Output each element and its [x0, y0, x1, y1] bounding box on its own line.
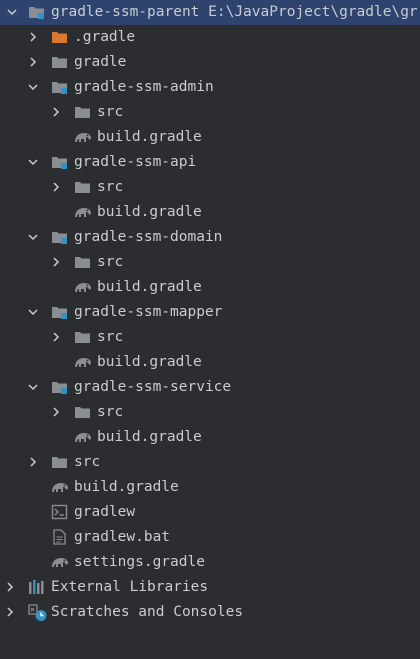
module-folder-icon — [51, 229, 69, 245]
tree-item-module-admin[interactable]: gradle-ssm-admin — [0, 75, 420, 100]
excluded-folder-icon — [51, 29, 69, 45]
chevron-right-icon[interactable] — [50, 250, 62, 275]
chevron-down-icon[interactable] — [27, 75, 39, 100]
folder-icon — [51, 454, 69, 470]
tree-item-label: build.gradle — [97, 204, 202, 220]
chevron-down-icon[interactable] — [27, 375, 39, 400]
tree-item-label: build.gradle — [97, 354, 202, 370]
tree-item-label: .gradle — [74, 29, 136, 45]
chevron-right-icon[interactable] — [27, 450, 39, 475]
gradle-elephant-icon — [73, 354, 91, 370]
tree-item-src[interactable]: src — [0, 400, 420, 425]
folder-icon — [74, 179, 92, 195]
chevron-right-icon[interactable] — [27, 25, 39, 50]
tree-item-settings-gradle[interactable]: settings.gradle — [0, 550, 420, 575]
gradle-elephant-icon — [50, 554, 68, 570]
folder-icon — [74, 329, 92, 345]
tree-item-label: gradlew.bat — [74, 529, 171, 545]
module-folder-icon — [51, 304, 69, 320]
folder-icon — [74, 254, 92, 270]
tree-item-label: src — [97, 254, 124, 270]
tree-item-label: build.gradle — [97, 129, 202, 145]
tree-item-label: gradle-ssm-api — [74, 154, 197, 170]
tree-item-src[interactable]: src — [0, 175, 420, 200]
gradle-elephant-icon — [73, 204, 91, 220]
tree-item-label: gradle — [74, 54, 127, 70]
module-folder-icon — [51, 79, 69, 95]
tree-item-build-gradle[interactable]: build.gradle — [0, 200, 420, 225]
tree-item-label: build.gradle — [97, 279, 202, 295]
tree-item-module-domain[interactable]: gradle-ssm-domain — [0, 225, 420, 250]
gradle-elephant-icon — [73, 429, 91, 445]
tree-item-gradlew[interactable]: gradlew — [0, 500, 420, 525]
chevron-down-icon[interactable] — [27, 225, 39, 250]
tree-item-src[interactable]: src — [0, 250, 420, 275]
project-tree: gradle-ssm-parent E:\JavaProject\gradle\… — [0, 0, 420, 659]
gradle-elephant-icon — [73, 129, 91, 145]
chevron-right-icon[interactable] — [50, 400, 62, 425]
folder-icon — [51, 54, 69, 70]
scratches-icon — [28, 604, 47, 621]
tree-item-module-service[interactable]: gradle-ssm-service — [0, 375, 420, 400]
tree-item-label: gradle-ssm-mapper — [74, 304, 223, 320]
chevron-right-icon[interactable] — [27, 50, 39, 75]
gradle-elephant-icon — [50, 479, 68, 495]
chevron-right-icon[interactable] — [4, 600, 16, 625]
chevron-right-icon[interactable] — [4, 575, 16, 600]
tree-item-label: External Libraries — [51, 579, 209, 595]
tree-item-src[interactable]: src — [0, 325, 420, 350]
tree-item-build-gradle[interactable]: build.gradle — [0, 125, 420, 150]
tree-item-gradle-folder[interactable]: gradle — [0, 50, 420, 75]
folder-icon — [74, 404, 92, 420]
module-folder-icon — [51, 154, 69, 170]
tree-item-label: gradle-ssm-service — [74, 379, 232, 395]
module-folder-icon — [28, 4, 46, 20]
tree-item-src[interactable]: src — [0, 450, 420, 475]
tree-item-label: settings.gradle — [74, 554, 205, 570]
tree-item-label: src — [97, 329, 124, 345]
chevron-right-icon[interactable] — [50, 175, 62, 200]
terminal-file-icon — [51, 504, 69, 520]
tree-item-label: Scratches and Consoles — [51, 604, 244, 620]
tree-root-gradle-ssm-parent[interactable]: gradle-ssm-parent E:\JavaProject\gradle\… — [0, 0, 420, 25]
folder-icon — [74, 104, 92, 120]
gradle-elephant-icon — [73, 279, 91, 295]
tree-item-build-gradle[interactable]: build.gradle — [0, 350, 420, 375]
tree-item-gradlew-bat[interactable]: gradlew.bat — [0, 525, 420, 550]
tree-item-build-gradle[interactable]: build.gradle — [0, 275, 420, 300]
tree-item-label: src — [97, 404, 124, 420]
tree-item-build-gradle[interactable]: build.gradle — [0, 475, 420, 500]
tree-item-label: gradle-ssm-domain — [74, 229, 223, 245]
tree-item-label: src — [97, 179, 124, 195]
chevron-down-icon[interactable] — [27, 300, 39, 325]
tree-item-scratches-and-consoles[interactable]: Scratches and Consoles — [0, 600, 420, 625]
chevron-down-icon[interactable] — [27, 150, 39, 175]
tree-item-module-api[interactable]: gradle-ssm-api — [0, 150, 420, 175]
tree-item-build-gradle[interactable]: build.gradle — [0, 425, 420, 450]
tree-item-module-mapper[interactable]: gradle-ssm-mapper — [0, 300, 420, 325]
module-folder-icon — [51, 379, 69, 395]
tree-item-label: gradle-ssm-admin — [74, 79, 214, 95]
tree-item-label: gradlew — [74, 504, 136, 520]
chevron-right-icon[interactable] — [50, 325, 62, 350]
text-file-icon — [51, 529, 69, 545]
tree-item-label: gradle-ssm-parent E:\JavaProject\gradle\… — [51, 4, 418, 20]
tree-item-label: build.gradle — [74, 479, 179, 495]
library-icon — [28, 579, 46, 595]
chevron-down-icon[interactable] — [6, 0, 18, 25]
tree-item-label: src — [74, 454, 101, 470]
tree-item-external-libraries[interactable]: External Libraries — [0, 575, 420, 600]
tree-item-label: build.gradle — [97, 429, 202, 445]
chevron-right-icon[interactable] — [50, 100, 62, 125]
tree-item-label: src — [97, 104, 124, 120]
tree-item-src[interactable]: src — [0, 100, 420, 125]
tree-item-dot-gradle[interactable]: .gradle — [0, 25, 420, 50]
